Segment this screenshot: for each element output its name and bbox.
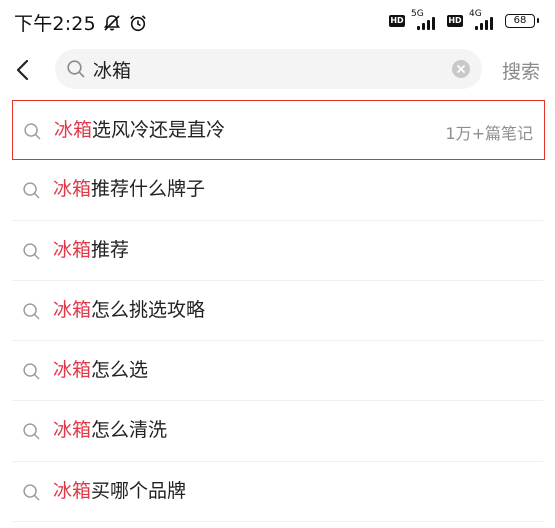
signal-4g: 4G: [469, 9, 499, 30]
suggestion-keyword: 冰箱: [53, 359, 92, 382]
suggestion-item[interactable]: 冰箱怎么选: [12, 341, 543, 402]
signal-5g: 5G: [411, 9, 441, 30]
suggestion-text: 冰箱推荐: [53, 238, 129, 262]
suggestion-item[interactable]: 冰箱选风冷还是直冷 1万+篇笔记: [12, 100, 545, 161]
search-icon: [66, 59, 86, 83]
suggestion-keyword: 冰箱: [53, 298, 92, 321]
suggestion-rest: 推荐: [91, 238, 130, 261]
suggestion-keyword: 冰箱: [53, 479, 92, 502]
suggestion-rest: 怎么清洗: [91, 419, 168, 442]
suggestion-rest: 怎么挑选攻略: [91, 298, 206, 321]
suggestion-text: 冰箱买哪个品牌: [53, 479, 186, 503]
clear-button[interactable]: [452, 60, 470, 78]
signal-bars-icon: [417, 17, 435, 30]
search-icon: [22, 422, 41, 445]
suggestion-keyword: 冰箱: [54, 119, 93, 141]
suggestion-item[interactable]: 冰箱怎么清洗: [12, 401, 543, 462]
suggestion-list: 冰箱选风冷还是直冷 1万+篇笔记 冰箱推荐什么牌子 冰箱推荐 冰箱怎么挑选攻略 …: [0, 100, 555, 523]
back-arrow-icon: [16, 59, 29, 81]
status-time: 下午2:25: [14, 13, 96, 35]
note-count: 1万+篇笔记: [445, 124, 533, 143]
suggestion-rest: 推荐什么牌子: [91, 178, 206, 201]
search-box[interactable]: [55, 49, 482, 89]
suggestion-text: 冰箱怎么挑选攻略: [53, 298, 205, 322]
hd-badge-1: HD: [389, 15, 405, 27]
hd-badge-2: HD: [447, 15, 463, 27]
search-header: 搜索: [0, 44, 555, 96]
suggestion-text: 冰箱怎么选: [53, 358, 148, 382]
battery-icon: 68: [505, 14, 539, 28]
status-right: HD 5G HD 4G 68: [389, 9, 539, 30]
search-icon: [22, 483, 41, 506]
search-button[interactable]: 搜索: [502, 57, 540, 84]
mute-icon: [102, 13, 122, 33]
suggestion-rest: 买哪个品牌: [91, 479, 187, 502]
suggestion-text: 冰箱选风冷还是直冷: [54, 118, 225, 142]
suggestion-keyword: 冰箱: [53, 419, 92, 442]
search-icon: [22, 181, 41, 204]
suggestion-item[interactable]: 冰箱买哪个品牌: [12, 462, 543, 523]
search-icon: [22, 242, 41, 265]
search-input[interactable]: [93, 49, 453, 89]
suggestion-item[interactable]: 冰箱怎么挑选攻略: [12, 281, 543, 342]
signal-bars-icon: [475, 17, 493, 30]
search-icon: [22, 362, 41, 385]
search-icon: [23, 122, 42, 145]
suggestion-item[interactable]: 冰箱推荐: [12, 221, 543, 281]
status-bar: 下午2:25 HD 5G HD 4G 68: [0, 0, 555, 44]
status-left: 下午2:25: [14, 9, 148, 36]
suggestion-text: 冰箱推荐什么牌子: [53, 177, 205, 201]
search-icon: [22, 302, 41, 325]
back-button[interactable]: [10, 54, 38, 86]
clear-icon: [457, 65, 465, 73]
suggestion-item[interactable]: 冰箱推荐什么牌子: [12, 160, 543, 221]
suggestion-rest: 怎么选: [91, 359, 149, 382]
suggestion-keyword: 冰箱: [53, 178, 92, 201]
suggestion-keyword: 冰箱: [53, 238, 92, 261]
suggestion-text: 冰箱怎么清洗: [53, 418, 167, 442]
alarm-icon: [128, 13, 148, 33]
suggestion-rest: 选风冷还是直冷: [92, 119, 226, 141]
